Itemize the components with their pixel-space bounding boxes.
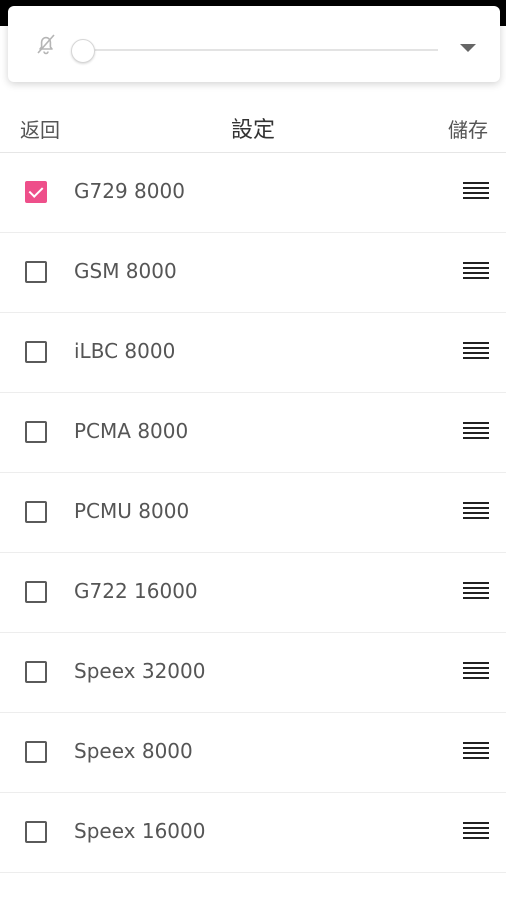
drag-handle-icon[interactable] (463, 422, 489, 442)
drag-handle-icon[interactable] (463, 742, 489, 762)
codec-name: iLBC 8000 (74, 339, 176, 363)
drag-handle-bar (463, 837, 489, 839)
codec-row[interactable]: G722 16000 (0, 553, 506, 633)
drag-handle-bar (463, 432, 489, 434)
codec-name: G722 16000 (74, 579, 198, 603)
codec-name: Speex 8000 (74, 739, 193, 763)
drag-handle-bar (463, 277, 489, 279)
drag-handle-bar (463, 597, 489, 599)
drag-handle-bar (463, 342, 489, 344)
drag-handle-icon[interactable] (463, 262, 489, 282)
drag-handle-bar (463, 582, 489, 584)
drag-handle-bar (463, 672, 489, 674)
drag-handle-bar (463, 267, 489, 269)
codec-name: PCMU 8000 (74, 499, 190, 523)
drag-handle-bar (463, 507, 489, 509)
codec-name: Speex 32000 (74, 659, 206, 683)
codec-name: GSM 8000 (74, 259, 177, 283)
codec-name: Speex 16000 (74, 819, 206, 843)
drag-handle-bar (463, 662, 489, 664)
drag-handle-bar (463, 677, 489, 679)
codec-row[interactable]: Speex 16000 (0, 793, 506, 873)
page-title: 設定 (230, 118, 275, 143)
drag-handle-bar (463, 827, 489, 829)
drag-handle-bar (463, 262, 489, 264)
drag-handle-bar (463, 502, 489, 504)
drag-handle-bar (463, 187, 489, 189)
codec-name: G729 8000 (74, 179, 185, 203)
drag-handle-bar (463, 757, 489, 759)
codec-checkbox[interactable] (25, 581, 47, 603)
save-button[interactable]: 儲存 (448, 114, 488, 143)
volume-slider-thumb[interactable] (71, 39, 95, 63)
drag-handle-bar (463, 347, 489, 349)
codec-row[interactable]: Speex 8000 (0, 713, 506, 793)
codec-checkbox[interactable] (25, 501, 47, 523)
chevron-down-icon[interactable] (460, 44, 476, 52)
volume-panel (8, 6, 500, 82)
drag-handle-icon[interactable] (463, 342, 489, 362)
volume-slider-track[interactable] (82, 49, 438, 51)
drag-handle-bar (463, 437, 489, 439)
drag-handle-bar (463, 192, 489, 194)
codec-checkbox[interactable] (25, 341, 47, 363)
drag-handle-icon[interactable] (463, 822, 489, 842)
codec-checkbox[interactable] (25, 261, 47, 283)
drag-handle-bar (463, 422, 489, 424)
codec-checkbox[interactable] (25, 821, 47, 843)
codec-row[interactable]: Speex 32000 (0, 633, 506, 713)
drag-handle-bar (463, 752, 489, 754)
codec-row[interactable]: PCMA 8000 (0, 393, 506, 473)
drag-handle-bar (463, 182, 489, 184)
drag-handle-bar (463, 822, 489, 824)
drag-handle-bar (463, 747, 489, 749)
drag-handle-bar (463, 832, 489, 834)
bell-muted-icon[interactable] (34, 32, 58, 56)
codec-row[interactable]: G729 8000 (0, 153, 506, 233)
codec-checkbox[interactable] (25, 181, 47, 203)
drag-handle-bar (463, 667, 489, 669)
drag-handle-bar (463, 272, 489, 274)
drag-handle-bar (463, 742, 489, 744)
codec-checkbox[interactable] (25, 741, 47, 763)
drag-handle-bar (463, 592, 489, 594)
drag-handle-bar (463, 512, 489, 514)
codec-row[interactable]: GSM 8000 (0, 233, 506, 313)
codec-name: PCMA 8000 (74, 419, 189, 443)
drag-handle-bar (463, 517, 489, 519)
drag-handle-icon[interactable] (463, 582, 489, 602)
drag-handle-bar (463, 197, 489, 199)
drag-handle-icon[interactable] (463, 502, 489, 522)
drag-handle-bar (463, 352, 489, 354)
drag-handle-bar (463, 427, 489, 429)
drag-handle-icon[interactable] (463, 662, 489, 682)
codec-row[interactable]: PCMU 8000 (0, 473, 506, 553)
codec-checkbox[interactable] (25, 421, 47, 443)
drag-handle-icon[interactable] (463, 182, 489, 202)
codec-list: G729 8000 GSM 8000 iLBC 8000 PCMA 8000 PCMU … (0, 153, 506, 873)
app-header: 返回 設定 儲存 (0, 100, 506, 153)
drag-handle-bar (463, 587, 489, 589)
codec-checkbox[interactable] (25, 661, 47, 683)
drag-handle-bar (463, 357, 489, 359)
codec-row[interactable]: iLBC 8000 (0, 313, 506, 393)
